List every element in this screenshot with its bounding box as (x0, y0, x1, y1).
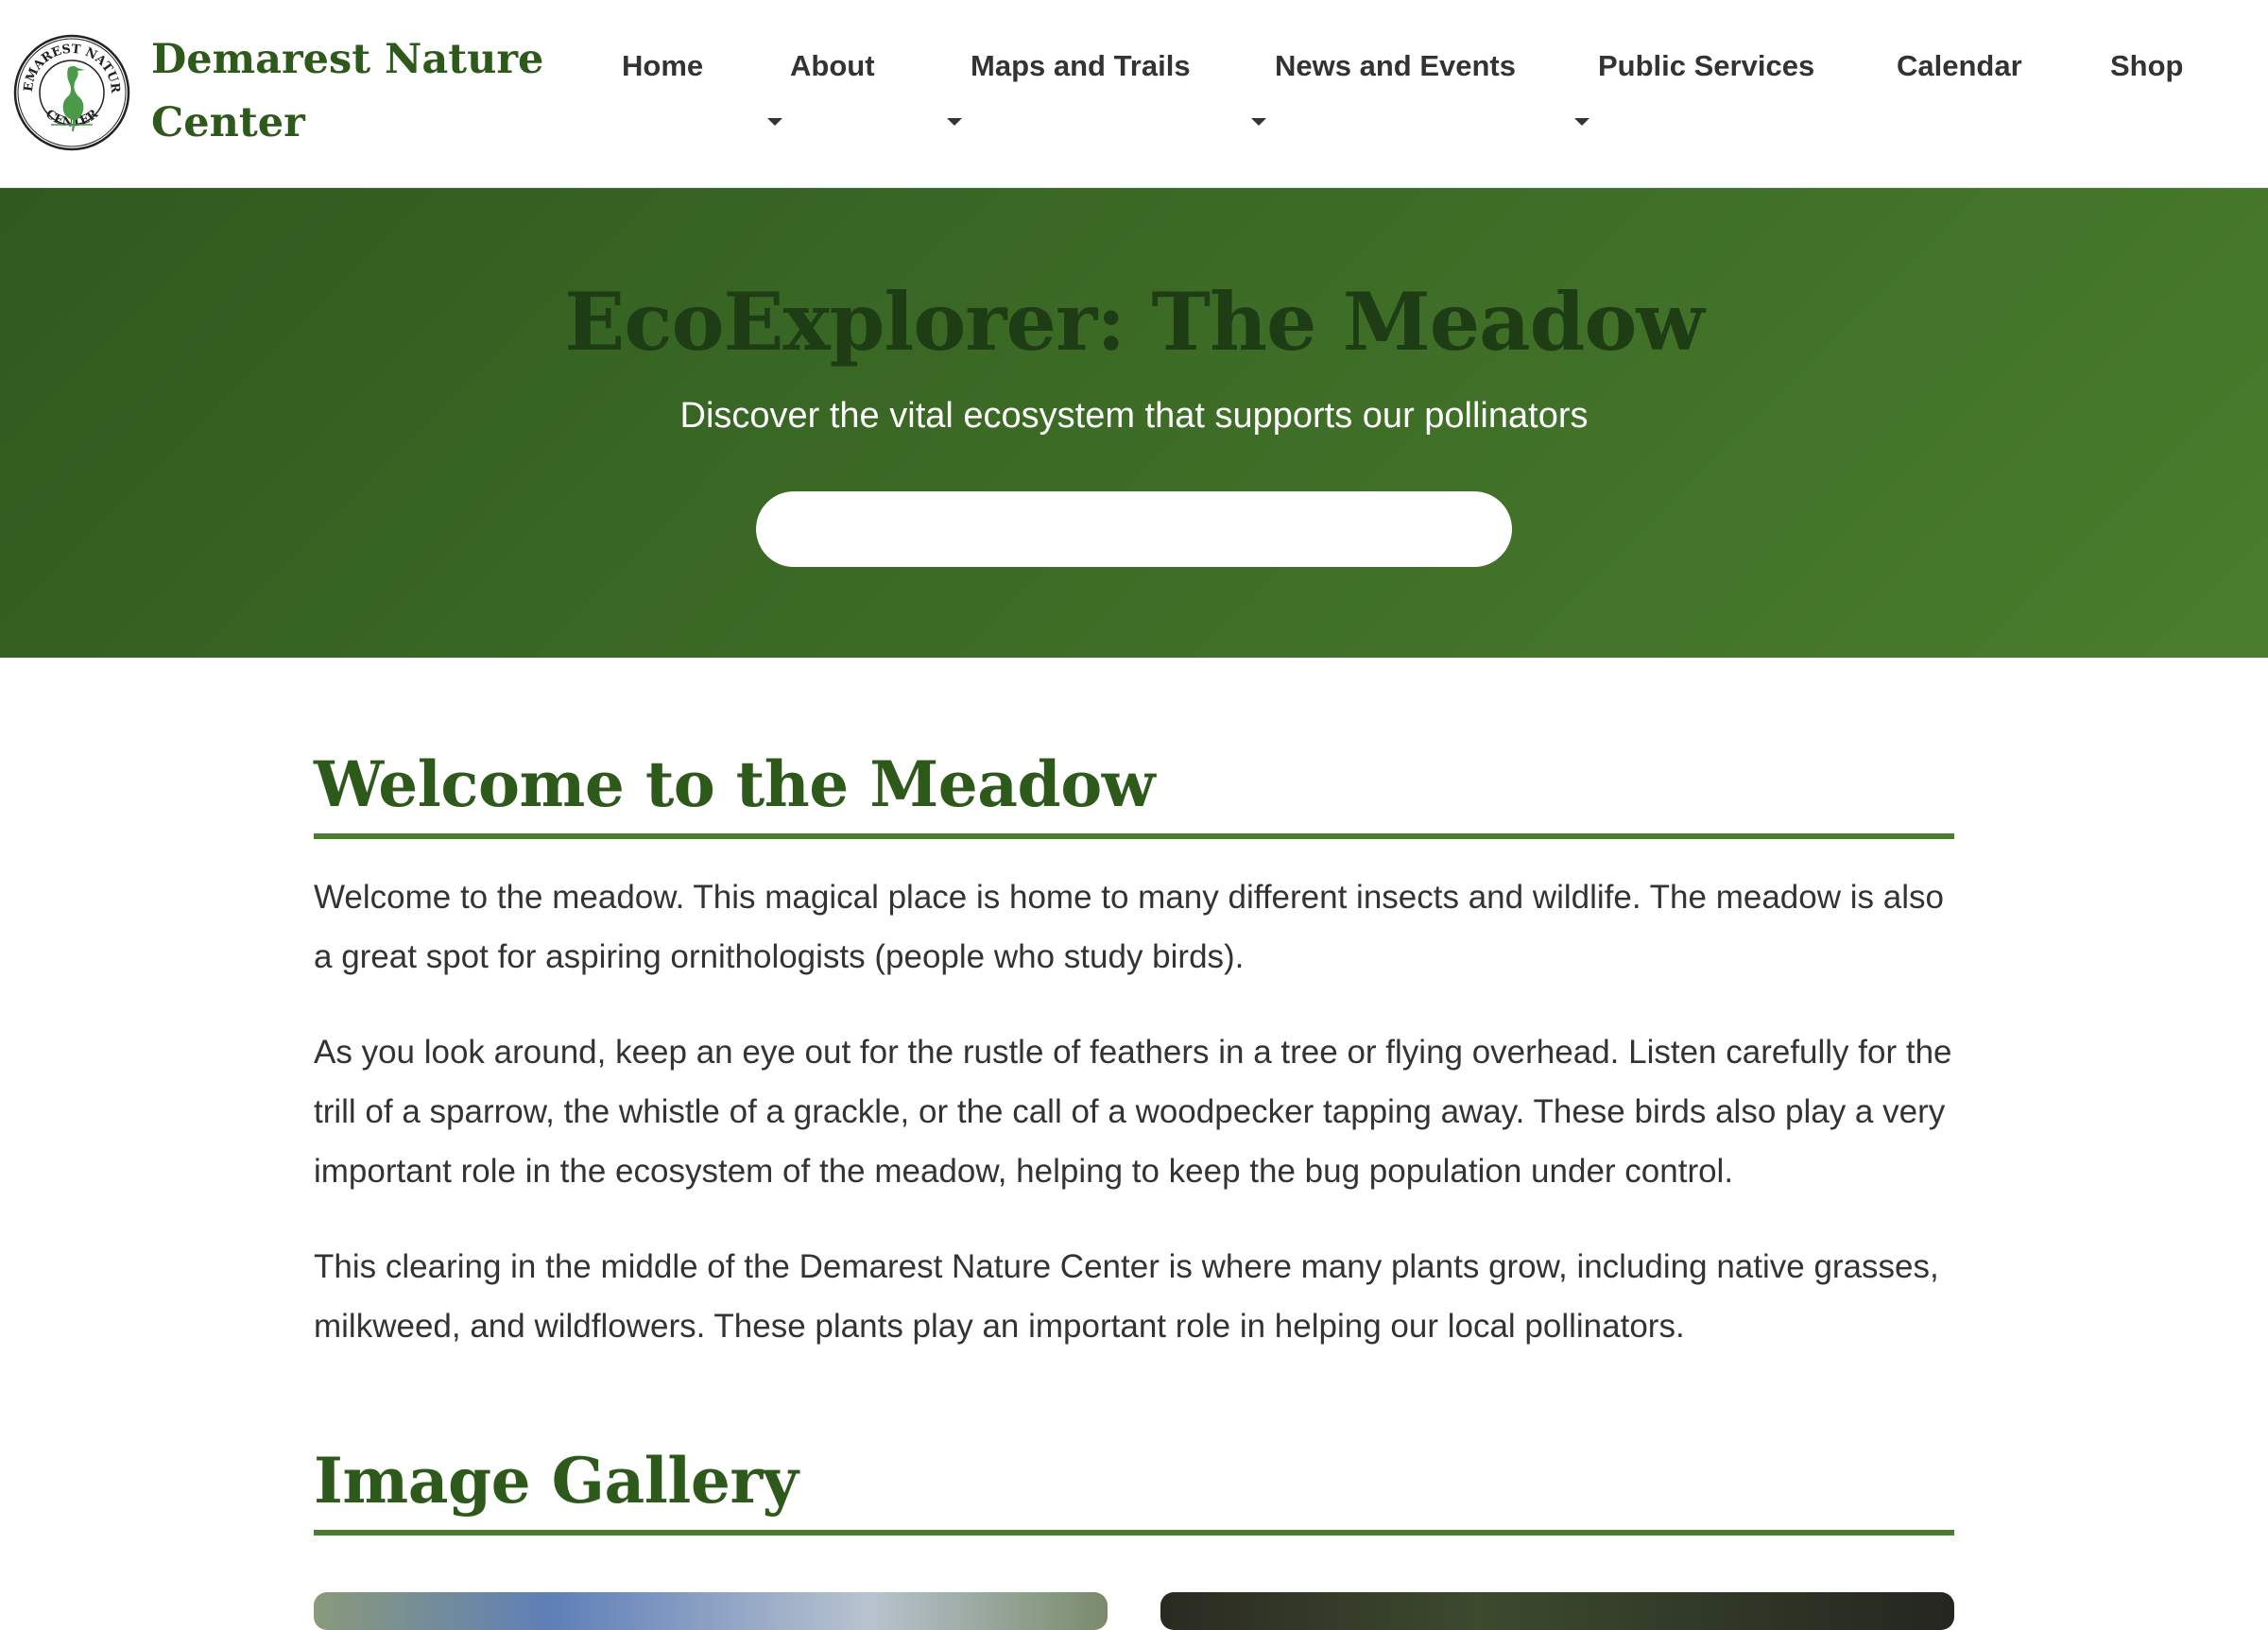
nav-about[interactable]: About (790, 49, 875, 83)
nav-news-and-events[interactable]: News and Events (1275, 49, 1516, 83)
site-logo[interactable]: DEMAREST NATURE CENTER (13, 34, 130, 151)
nav-calendar[interactable]: Calendar (1897, 49, 2022, 83)
hero-banner: EcoExplorer: The Meadow Discover the vit… (0, 188, 2268, 658)
main-content: Welcome to the Meadow Welcome to the mea… (314, 746, 1954, 1630)
site-header: DEMAREST NATURE CENTER Demarest Nature C… (0, 0, 2268, 188)
hero-subtitle: Discover the vital ecosystem that suppor… (679, 396, 1589, 436)
gallery-image-2[interactable] (1160, 1592, 1954, 1630)
maps-chevron-down-icon[interactable] (947, 118, 962, 126)
heron-seal-icon: DEMAREST NATURE CENTER (13, 34, 130, 151)
news-chevron-down-icon[interactable] (1251, 118, 1266, 126)
nav-home[interactable]: Home (622, 49, 703, 83)
image-gallery (314, 1592, 1954, 1630)
hero-title: EcoExplorer: The Meadow (564, 275, 1704, 369)
gallery-heading: Image Gallery (314, 1443, 1954, 1536)
gallery-image-1[interactable] (314, 1592, 1108, 1630)
nav-public-services[interactable]: Public Services (1598, 49, 1814, 83)
welcome-paragraph-1: Welcome to the meadow. This magical plac… (314, 879, 1944, 975)
nav-shop[interactable]: Shop (2110, 49, 2184, 83)
site-name[interactable]: Demarest Nature Center (151, 28, 548, 155)
hero-cta-button[interactable] (756, 491, 1512, 567)
services-chevron-down-icon[interactable] (1574, 118, 1589, 126)
welcome-paragraph-2: As you look around, keep an eye out for … (314, 1034, 1952, 1190)
welcome-heading: Welcome to the Meadow (314, 746, 1954, 839)
nav-maps-and-trails[interactable]: Maps and Trails (971, 49, 1191, 83)
about-chevron-down-icon[interactable] (767, 118, 782, 126)
welcome-paragraph-3: This clearing in the middle of the Demar… (314, 1248, 1939, 1345)
